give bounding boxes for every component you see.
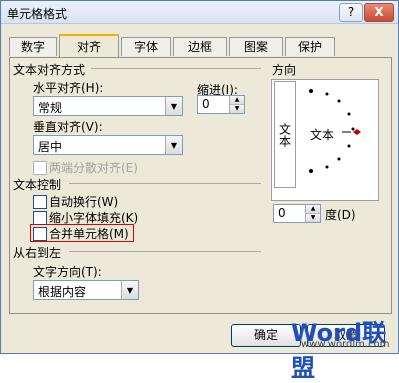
vertical-align-select[interactable]: 居中 ▼ bbox=[33, 135, 183, 155]
divider bbox=[69, 183, 261, 184]
distributed-label: 两端分散对齐(E) bbox=[49, 161, 138, 175]
vertical-align-value: 居中 bbox=[38, 140, 63, 154]
divider bbox=[69, 251, 261, 252]
rtl-heading: 从右到左 bbox=[13, 246, 62, 260]
degree-label: 度(D) bbox=[325, 208, 356, 222]
chevron-down-icon: ▼ bbox=[165, 97, 182, 115]
orientation-heading: 方向 bbox=[272, 63, 297, 77]
tab-border[interactable]: 边框 bbox=[173, 37, 227, 56]
vertical-text-button[interactable]: 文本 bbox=[274, 81, 296, 188]
spin-up-icon[interactable]: ▲ bbox=[230, 96, 244, 105]
indent-value: 0 bbox=[202, 97, 210, 111]
horizontal-text-sample: 文本 bbox=[310, 128, 335, 142]
wrap-text-label: 自动换行(W) bbox=[49, 195, 119, 209]
vertical-align-label: 垂直对齐(V): bbox=[33, 120, 103, 134]
tab-alignment[interactable]: 对齐 bbox=[59, 34, 119, 58]
merge-cells-checkbox[interactable] bbox=[33, 227, 47, 241]
watermark-url: www.wordlm.com bbox=[301, 339, 390, 350]
distributed-checkbox[interactable] bbox=[33, 161, 47, 175]
horizontal-align-label: 水平对齐(H): bbox=[33, 81, 104, 95]
chevron-down-icon: ▼ bbox=[165, 136, 182, 154]
degree-value: 0 bbox=[278, 206, 286, 220]
format-cells-dialog: 单元格格式 ? X 数字 对齐 字体 边框 图案 保护 文本对齐方式 水平对齐(… bbox=[0, 0, 399, 382]
spinner-buttons: ▲ ▼ bbox=[229, 96, 244, 113]
tab-font[interactable]: 字体 bbox=[121, 37, 171, 56]
vertical-text-sample: 文本 bbox=[277, 122, 292, 147]
spin-up-icon[interactable]: ▲ bbox=[306, 205, 320, 214]
text-direction-label: 文字方向(T): bbox=[33, 265, 102, 279]
wrap-text-checkbox[interactable] bbox=[33, 195, 47, 209]
text-control-heading: 文本控制 bbox=[13, 178, 62, 192]
tab-patterns[interactable]: 图案 bbox=[229, 37, 283, 56]
horizontal-align-select[interactable]: 常规 ▼ bbox=[33, 96, 183, 116]
text-alignment-heading: 文本对齐方式 bbox=[13, 63, 86, 77]
orientation-dial[interactable] bbox=[297, 81, 375, 197]
title-bar: 单元格格式 ? X bbox=[1, 1, 398, 24]
indent-spinner[interactable]: 0 ▲ ▼ bbox=[197, 95, 245, 114]
merge-cells-label: 合并单元格(M) bbox=[49, 227, 129, 241]
chevron-down-icon: ▼ bbox=[121, 281, 138, 299]
degree-spinner[interactable]: 0 ▲ ▼ bbox=[273, 204, 321, 223]
spin-down-icon[interactable]: ▼ bbox=[306, 214, 320, 222]
horizontal-align-value: 常规 bbox=[38, 101, 63, 115]
spinner-buttons: ▲ ▼ bbox=[305, 205, 320, 222]
tab-protection[interactable]: 保护 bbox=[285, 37, 335, 56]
divider bbox=[91, 68, 261, 69]
text-direction-value: 根据内容 bbox=[38, 285, 87, 299]
tab-bar: 数字 对齐 字体 边框 图案 保护 bbox=[1, 34, 398, 58]
text-direction-select[interactable]: 根据内容 ▼ bbox=[33, 280, 139, 300]
shrink-to-fit-checkbox[interactable] bbox=[33, 211, 47, 225]
window-title: 单元格格式 bbox=[7, 7, 68, 21]
tab-number[interactable]: 数字 bbox=[9, 37, 57, 56]
spin-down-icon[interactable]: ▼ bbox=[230, 105, 244, 113]
help-button[interactable]: ? bbox=[339, 3, 363, 22]
close-button[interactable]: X bbox=[364, 3, 394, 22]
